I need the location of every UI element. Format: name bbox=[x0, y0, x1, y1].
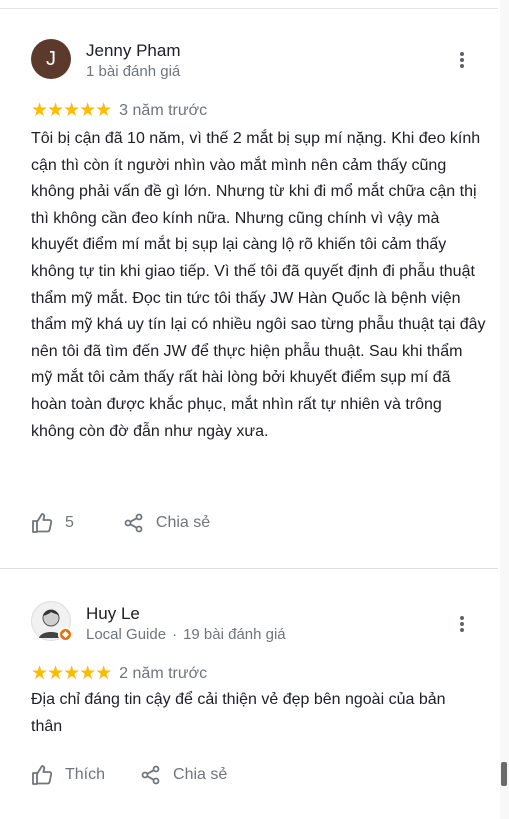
share-label: Chia sẻ bbox=[173, 766, 228, 783]
review-divider bbox=[0, 568, 498, 569]
scrollbar-track[interactable] bbox=[500, 0, 509, 819]
review-text: Địa chỉ đáng tin cậy để cải thiện vẻ đẹp… bbox=[31, 691, 446, 735]
local-guide-badge-icon bbox=[58, 627, 73, 642]
reviewer-meta[interactable]: Local Guide · 19 bài đánh giá bbox=[86, 626, 286, 643]
like-button[interactable]: 5 bbox=[31, 513, 74, 533]
thumbs-up-icon bbox=[32, 513, 53, 533]
reviewer-meta[interactable]: 1 bài đánh giá bbox=[86, 63, 180, 80]
reviewer-name[interactable]: Huy Le bbox=[86, 604, 140, 624]
avatar[interactable]: J bbox=[31, 39, 71, 79]
reviewer-name[interactable]: Jenny Pham bbox=[86, 41, 181, 61]
top-divider bbox=[0, 8, 498, 9]
review-date: 2 năm trước bbox=[119, 664, 208, 682]
like-count: 5 bbox=[65, 514, 74, 531]
rating-row: ★★★★★ 2 năm trước bbox=[31, 662, 207, 685]
avatar-letter: J bbox=[46, 47, 56, 70]
share-label: Chia sẻ bbox=[155, 514, 211, 531]
share-icon bbox=[124, 513, 143, 533]
thumbs-up-icon bbox=[32, 765, 53, 785]
meta-separator: · bbox=[172, 626, 178, 643]
review-text: Tôi bị cận đã 10 năm, vì thế 2 mắt bị sụ… bbox=[31, 130, 486, 440]
local-guide-label: Local Guide bbox=[86, 626, 167, 643]
avatar[interactable] bbox=[31, 601, 73, 642]
rating-row: ★★★★★ 3 năm trước bbox=[31, 99, 207, 122]
review-actions: Thích Chia sẻ bbox=[31, 765, 227, 785]
more-options-icon[interactable] bbox=[454, 613, 470, 635]
review-date: 3 năm trước bbox=[119, 101, 208, 119]
share-icon bbox=[141, 765, 160, 785]
rating-stars: ★★★★★ bbox=[31, 663, 112, 684]
scrollbar-thumb[interactable] bbox=[501, 762, 507, 786]
review-actions: 5 Chia sẻ bbox=[31, 513, 210, 533]
like-button[interactable]: Thích bbox=[31, 765, 105, 785]
share-button[interactable]: Chia sẻ bbox=[124, 513, 210, 533]
share-button[interactable]: Chia sẻ bbox=[141, 765, 227, 785]
rating-stars: ★★★★★ bbox=[31, 100, 112, 121]
more-options-icon[interactable] bbox=[454, 49, 470, 71]
review-count: 19 bài đánh giá bbox=[183, 626, 286, 643]
like-label: Thích bbox=[65, 766, 106, 783]
